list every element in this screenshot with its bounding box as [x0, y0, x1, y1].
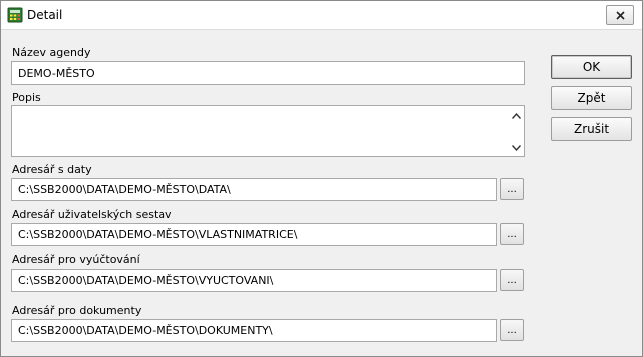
data-dir-input[interactable]: C:\SSB2000\DATA\DEMO-MĚSTO\DATA\ — [11, 178, 497, 201]
billing-dir-input[interactable]: C:\SSB2000\DATA\DEMO-MĚSTO\VYUCTOVANI\ — [11, 269, 497, 292]
description-scrollbar[interactable] — [508, 106, 524, 156]
scroll-down-arrow[interactable] — [510, 142, 522, 154]
ok-button[interactable]: OK — [551, 55, 632, 79]
close-button[interactable] — [606, 5, 634, 25]
data-dir-label: Adresář s daty — [12, 163, 92, 176]
title-bar[interactable]: Detail — [1, 1, 642, 30]
arrow-up-icon — [511, 113, 521, 119]
back-button[interactable]: Zpět — [551, 86, 632, 110]
agenda-name-input[interactable]: DEMO-MĚSTO — [11, 61, 525, 85]
detail-dialog: Detail Název agendy DEMO-MĚSTO Popis Adr… — [0, 0, 643, 357]
window-title: Detail — [27, 8, 63, 22]
close-icon — [615, 10, 625, 20]
description-label: Popis — [12, 91, 41, 104]
documents-dir-input[interactable]: C:\SSB2000\DATA\DEMO-MĚSTO\DOKUMENTY\ — [11, 319, 497, 342]
reports-dir-input[interactable]: C:\SSB2000\DATA\DEMO-MĚSTO\VLASTNIMATRIC… — [11, 223, 497, 246]
billing-dir-label: Adresář pro vyúčtování — [12, 253, 140, 266]
cancel-button[interactable]: Zrušit — [551, 117, 632, 141]
documents-dir-browse-button[interactable]: ... — [500, 319, 524, 341]
reports-dir-label: Adresář uživatelských sestav — [12, 208, 172, 221]
scroll-up-arrow[interactable] — [510, 110, 522, 122]
data-dir-browse-button[interactable]: ... — [500, 178, 524, 200]
billing-dir-browse-button[interactable]: ... — [500, 269, 524, 291]
description-textarea[interactable] — [11, 105, 525, 157]
calculator-icon — [7, 7, 23, 23]
arrow-down-icon — [511, 145, 521, 151]
documents-dir-label: Adresář pro dokumenty — [12, 304, 142, 317]
reports-dir-browse-button[interactable]: ... — [500, 223, 524, 245]
agenda-name-label: Název agendy — [12, 46, 91, 59]
